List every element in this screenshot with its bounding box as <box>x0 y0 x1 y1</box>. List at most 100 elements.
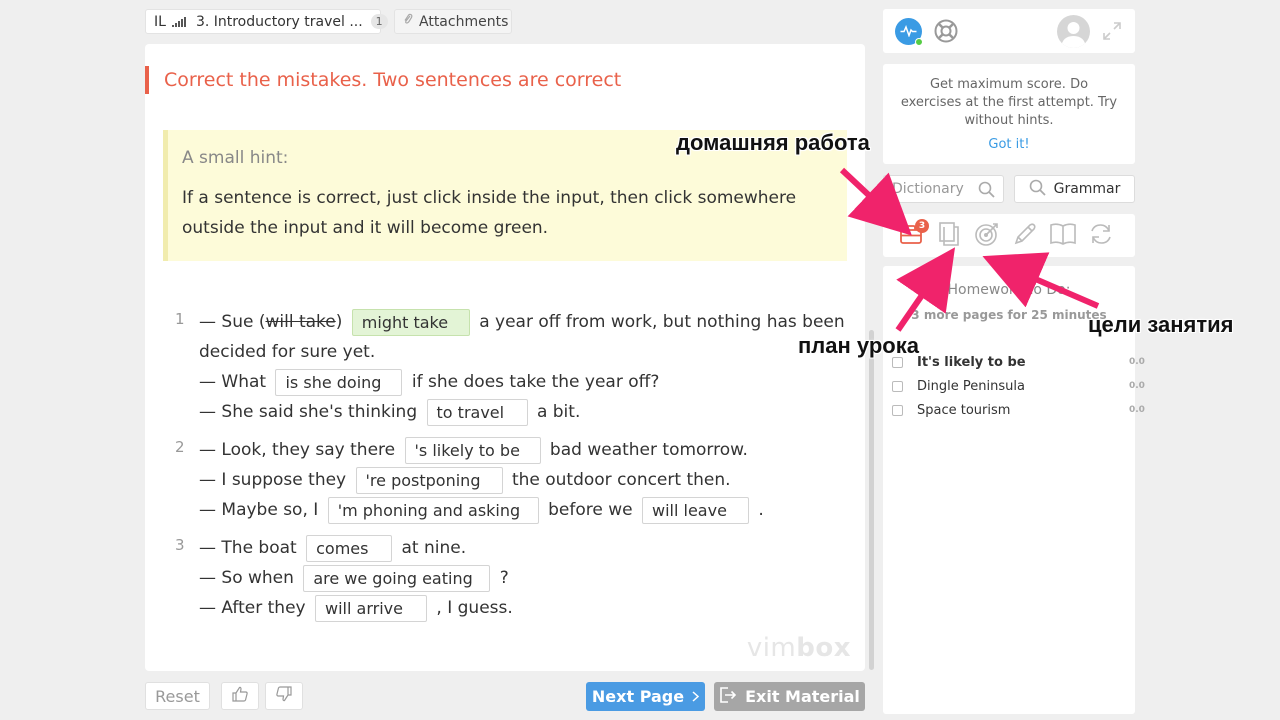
lesson-level: IL <box>154 13 166 30</box>
sentence-text: — Maybe so, I <box>199 500 319 520</box>
pen-icon <box>1012 221 1038 251</box>
exercise-line: — What is she doing if she does take the… <box>199 367 855 397</box>
answer-input[interactable]: is she doing <box>275 368 403 396</box>
grammar-label: Grammar <box>1053 181 1121 197</box>
answer-input[interactable]: are we going eating <box>303 564 491 592</box>
exercise-line: — Sue (will take) might take a year off … <box>199 307 855 367</box>
answer-input[interactable]: will leave <box>642 496 749 524</box>
exit-material-label: Exit Material <box>745 687 860 706</box>
exercise-line: — Look, they say there 's likely to be b… <box>199 435 855 465</box>
sentence-text: , I guess. <box>436 598 513 618</box>
sentence-text: before we <box>548 500 633 520</box>
sentence-text: ) <box>335 312 343 332</box>
homework-tool-button[interactable]: 3 <box>897 219 929 250</box>
lesson-tools-bar: 3 <box>883 214 1135 257</box>
expand-icon[interactable] <box>1102 21 1122 45</box>
lesson-goals-tool-button[interactable] <box>973 222 1001 250</box>
pulse-icon <box>900 22 917 41</box>
target-icon <box>974 221 1000 251</box>
homework-checkbox[interactable] <box>892 404 903 416</box>
sentence-text: — Look, they say there <box>199 440 396 460</box>
lesson-plan-tool-button[interactable] <box>935 222 963 250</box>
pages-icon <box>937 221 961 251</box>
exercise-line: — So when are we going eating ? <box>199 563 855 593</box>
homework-item[interactable]: Space tourism 0.0 <box>892 400 1162 420</box>
search-icon <box>1029 179 1046 200</box>
exercise-line: — After they will arrive , I guess. <box>199 593 855 623</box>
homework-item-label: Dingle Peninsula <box>917 378 1025 394</box>
dislike-button[interactable] <box>265 682 303 710</box>
homework-item-label: Space tourism <box>917 402 1011 418</box>
lesson-count-badge: 1 <box>370 14 388 29</box>
hint-text: If a sentence is correct, just click ins… <box>182 188 797 238</box>
exercise-line: — She said she's thinking to travel a bi… <box>199 397 855 427</box>
lesson-tab[interactable]: IL 3. Introductory travel ... 1 <box>145 9 388 34</box>
answer-input[interactable]: will arrive <box>315 594 427 622</box>
next-page-button[interactable]: Next Page <box>586 682 705 711</box>
exit-material-button[interactable]: Exit Material <box>714 682 865 711</box>
sentence-text: — So when <box>199 568 294 588</box>
refresh-icon <box>1088 221 1114 251</box>
vimbox-watermark: vimbox <box>746 633 851 663</box>
sentence-text: the outdoor concert then. <box>511 470 731 490</box>
answer-input[interactable]: 's likely to be <box>404 436 541 464</box>
sentence-text: — After they <box>199 598 306 618</box>
answer-input[interactable]: to travel <box>426 398 528 426</box>
sentence-text: — Sue ( <box>199 312 266 332</box>
lifebuoy-icon[interactable] <box>933 18 959 48</box>
answer-input[interactable]: might take <box>351 308 470 336</box>
answer-input[interactable]: 're postponing <box>355 466 503 494</box>
sentence-text: — The boat <box>199 538 297 558</box>
homework-title: Homework To Do: <box>947 282 1071 298</box>
task-title: Correct the mistakes. Two sentences are … <box>145 66 621 94</box>
sentence-text: if she does take the year off? <box>411 372 660 392</box>
exercise-item: 1 — Sue (will take) might take a year of… <box>175 307 855 427</box>
exercise-line: — I suppose they 're postponing the outd… <box>199 465 855 495</box>
sentence-text: ? <box>499 568 509 588</box>
sentence-text: bad weather tomorrow. <box>549 440 748 460</box>
answer-input[interactable]: comes <box>306 534 393 562</box>
notes-tool-button[interactable] <box>1011 222 1039 250</box>
homework-annotation: домашняя работа <box>676 130 870 155</box>
book-icon <box>1049 221 1077 251</box>
chevron-right-icon <box>692 687 700 706</box>
answer-input[interactable]: 'm phoning and asking <box>327 496 539 524</box>
sentence-text: a bit. <box>536 402 581 422</box>
homework-item-score: 0.0 <box>1129 357 1145 367</box>
grammar-button[interactable]: Grammar <box>1014 175 1135 203</box>
homework-item[interactable]: It's likely to be 0.0 <box>892 352 1162 372</box>
tip-text: Get maximum score. Do exercises at the f… <box>900 77 1118 128</box>
reset-button[interactable]: Reset <box>145 682 210 710</box>
got-it-link[interactable]: Got it! <box>899 136 1119 154</box>
exercise-line: — Maybe so, I 'm phoning and asking befo… <box>199 495 855 525</box>
dictionary-placeholder: Dictionary <box>892 181 964 197</box>
homework-item-score: 0.0 <box>1129 381 1145 391</box>
lesson-plan-annotation: план урока <box>798 333 919 358</box>
scrollbar[interactable] <box>869 330 874 670</box>
lesson-title: 3. Introductory travel ... <box>195 13 363 30</box>
repeat-tool-button[interactable] <box>1087 222 1115 250</box>
exercise-number: 3 <box>175 536 185 554</box>
sentence-text: — She said she's thinking <box>199 402 418 422</box>
paperclip-icon <box>403 13 413 30</box>
attachments-tab[interactable]: Attachments <box>394 9 512 34</box>
next-page-label: Next Page <box>591 687 685 706</box>
homework-checkbox[interactable] <box>892 380 903 392</box>
homework-count-badge: 3 <box>915 219 929 233</box>
sentence-text: — What <box>199 372 267 392</box>
activity-button[interactable] <box>895 18 923 46</box>
exercise-item: 3 — The boat comes at nine. — So when ar… <box>175 533 855 623</box>
user-toolbar <box>883 9 1135 53</box>
attachments-label: Attachments <box>419 13 509 30</box>
dictionary-search-input[interactable]: Dictionary <box>883 175 1004 203</box>
homework-item-score: 0.0 <box>1129 405 1145 415</box>
homework-item-label: It's likely to be <box>917 354 1026 370</box>
like-button[interactable] <box>221 682 259 710</box>
vocabulary-tool-button[interactable] <box>1049 222 1077 250</box>
sentence-text: — I suppose they <box>199 470 347 490</box>
homework-item[interactable]: Dingle Peninsula 0.0 <box>892 376 1162 396</box>
online-status-dot <box>915 38 923 46</box>
thumbs-down-icon <box>275 685 293 707</box>
level-signal-icon <box>171 16 186 27</box>
avatar[interactable] <box>1057 15 1090 48</box>
